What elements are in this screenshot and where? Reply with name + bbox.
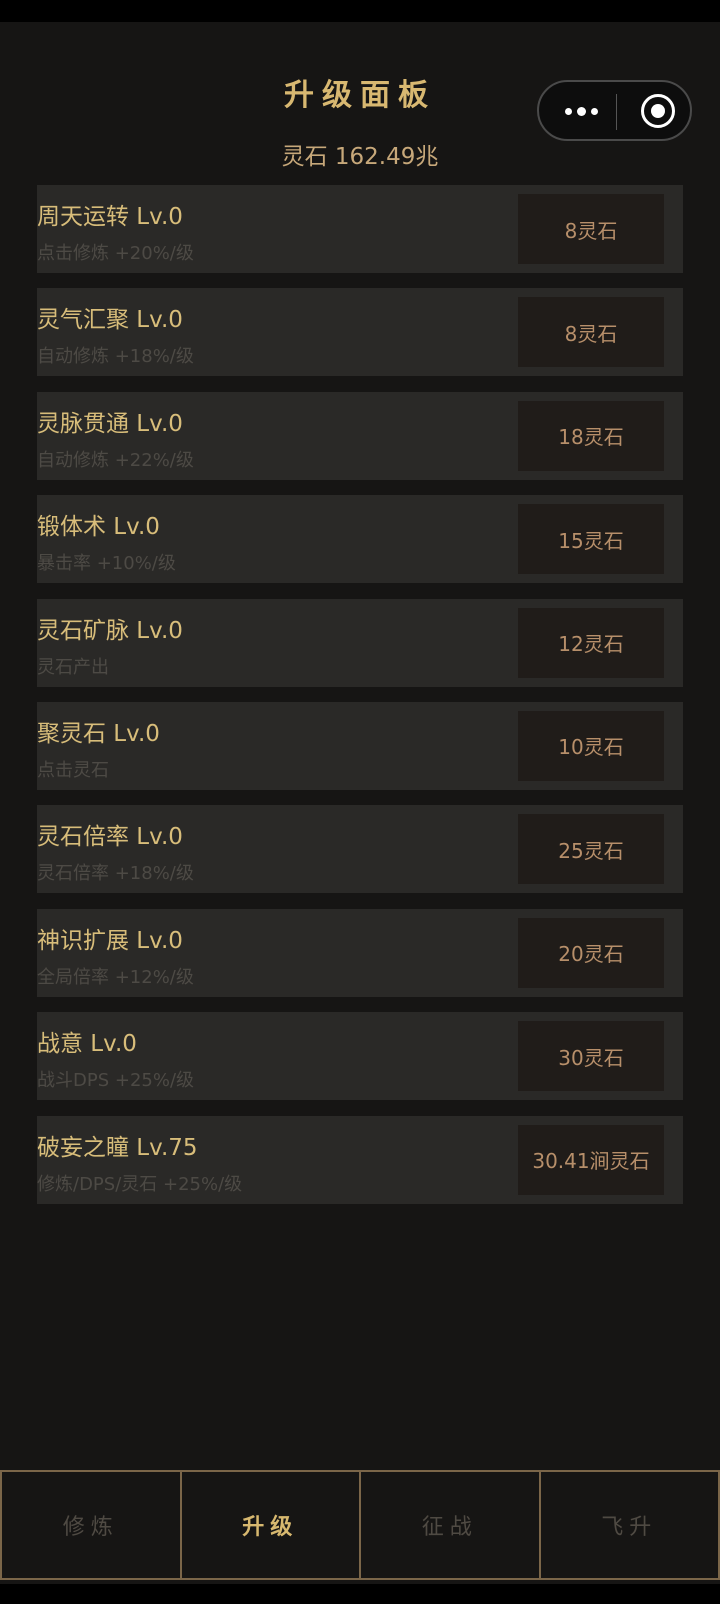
upgrade-name: 灵石矿脉 Lv.0 bbox=[37, 617, 183, 644]
upgrade-name: 灵脉贯通 Lv.0 bbox=[37, 410, 183, 437]
upgrade-item: 破妄之瞳 Lv.75 修炼/DPS/灵石 +25%/级 30.41涧灵石 bbox=[37, 1115, 683, 1204]
upgrade-item: 周天运转 Lv.0 点击修炼 +20%/级 8灵石 bbox=[37, 185, 683, 273]
tab-cultivate[interactable]: 修炼 bbox=[0, 1472, 182, 1578]
upgrade-item: 聚灵石 Lv.0 点击灵石 10灵石 bbox=[37, 701, 683, 790]
upgrade-item: 战意 Lv.0 战斗DPS +25%/级 30灵石 bbox=[37, 1012, 683, 1101]
buy-upgrade-button[interactable]: 10灵石 bbox=[518, 710, 664, 781]
upgrade-item: 灵石倍率 Lv.0 灵石倍率 +18%/级 25灵石 bbox=[37, 805, 683, 894]
buy-upgrade-button[interactable]: 8灵石 bbox=[518, 194, 664, 264]
buy-upgrade-button[interactable]: 25灵石 bbox=[518, 814, 664, 885]
upgrade-description: 灵石倍率 +18%/级 bbox=[37, 863, 194, 885]
upgrade-name: 战意 Lv.0 bbox=[37, 1031, 137, 1058]
upgrade-item: 锻体术 Lv.0 暴击率 +10%/级 15灵石 bbox=[37, 495, 683, 584]
upgrade-name: 锻体术 Lv.0 bbox=[37, 514, 160, 541]
bottom-tab-bar: 修炼 升级 征战 飞升 bbox=[0, 1470, 720, 1580]
upgrade-name: 周天运转 Lv.0 bbox=[37, 204, 183, 230]
tab-upgrade[interactable]: 升级 bbox=[182, 1472, 361, 1578]
upgrade-name: 灵石倍率 Lv.0 bbox=[37, 824, 183, 851]
upgrade-description: 暴击率 +10%/级 bbox=[37, 553, 176, 575]
upgrade-item: 灵气汇聚 Lv.0 自动修炼 +18%/级 8灵石 bbox=[37, 288, 683, 377]
upgrade-page: 升级面板 灵石 162.49兆 周天运转 Lv.0 点击修炼 +20%/级 8灵… bbox=[0, 22, 720, 1584]
upgrade-item: 神识扩展 Lv.0 全局倍率 +12%/级 20灵石 bbox=[37, 908, 683, 997]
capsule-divider bbox=[616, 94, 617, 130]
upgrade-description: 战斗DPS +25%/级 bbox=[37, 1070, 195, 1092]
upgrade-description: 点击灵石 bbox=[37, 759, 109, 781]
upgrade-name: 灵气汇聚 Lv.0 bbox=[37, 307, 183, 334]
spirit-stone-balance: 灵石 162.49兆 bbox=[281, 144, 439, 170]
target-icon[interactable] bbox=[641, 94, 675, 128]
buy-upgrade-button[interactable]: 18灵石 bbox=[518, 400, 664, 471]
tab-ascend[interactable]: 飞升 bbox=[541, 1472, 720, 1578]
buy-upgrade-button[interactable]: 20灵石 bbox=[518, 917, 664, 988]
upgrade-name: 神识扩展 Lv.0 bbox=[37, 927, 183, 954]
buy-upgrade-button[interactable]: 15灵石 bbox=[518, 504, 664, 575]
buy-upgrade-button[interactable]: 8灵石 bbox=[518, 297, 664, 368]
upgrade-description: 自动修炼 +22%/级 bbox=[37, 449, 194, 471]
buy-upgrade-button[interactable]: 30灵石 bbox=[518, 1021, 664, 1092]
upgrade-description: 全局倍率 +12%/级 bbox=[37, 966, 194, 988]
buy-upgrade-button[interactable]: 12灵石 bbox=[518, 607, 664, 678]
upgrade-item: 灵脉贯通 Lv.0 自动修炼 +22%/级 18灵石 bbox=[37, 391, 683, 480]
upgrade-description: 点击修炼 +20%/级 bbox=[37, 243, 194, 264]
upgrade-description: 灵石产出 bbox=[37, 656, 109, 678]
upgrade-description: 自动修炼 +18%/级 bbox=[37, 346, 194, 368]
buy-upgrade-button[interactable]: 30.41涧灵石 bbox=[518, 1124, 664, 1195]
miniprogram-capsule bbox=[537, 80, 692, 141]
upgrade-description: 修炼/DPS/灵石 +25%/级 bbox=[37, 1173, 243, 1195]
more-dots-icon[interactable] bbox=[561, 96, 601, 126]
upgrade-name: 破妄之瞳 Lv.75 bbox=[37, 1134, 198, 1161]
upgrade-name: 聚灵石 Lv.0 bbox=[37, 720, 160, 747]
tab-battle[interactable]: 征战 bbox=[361, 1472, 541, 1578]
upgrade-list: 周天运转 Lv.0 点击修炼 +20%/级 8灵石 灵气汇聚 Lv.0 自动修炼… bbox=[37, 185, 683, 1219]
upgrade-item: 灵石矿脉 Lv.0 灵石产出 12灵石 bbox=[37, 598, 683, 687]
